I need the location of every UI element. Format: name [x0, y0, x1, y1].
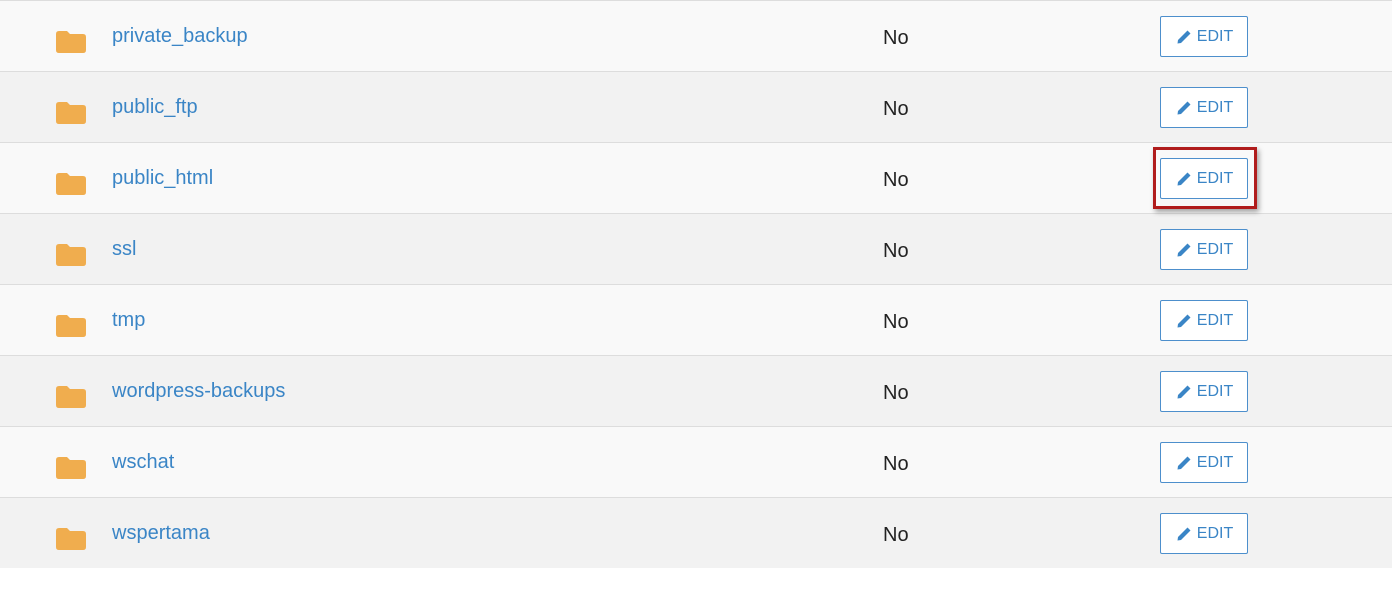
edit-button-label: EDIT	[1196, 27, 1234, 45]
status-value: No	[883, 524, 909, 546]
pencil-icon	[1177, 527, 1191, 540]
directory-link[interactable]: tmp	[112, 307, 145, 333]
folder-icon	[56, 102, 86, 124]
directory-link[interactable]: private_backup	[112, 23, 248, 49]
folder-icon	[56, 528, 86, 550]
pencil-icon	[1177, 101, 1191, 114]
pencil-icon	[1177, 30, 1191, 43]
edit-button[interactable]: EDIT	[1160, 16, 1248, 57]
table-row: wspertama No EDIT	[0, 498, 1392, 568]
edit-button[interactable]: EDIT	[1160, 371, 1248, 412]
status-value: No	[883, 240, 909, 262]
edit-button-label: EDIT	[1196, 98, 1234, 116]
table-row: public_html No EDIT	[0, 143, 1392, 214]
folder-icon	[56, 386, 86, 408]
pencil-icon	[1177, 385, 1191, 398]
status-value: No	[883, 98, 909, 120]
directory-link[interactable]: wordpress-backups	[112, 378, 285, 404]
edit-button-label: EDIT	[1196, 382, 1234, 400]
pencil-icon	[1177, 314, 1191, 327]
directory-link[interactable]: public_html	[112, 165, 213, 191]
edit-button[interactable]: EDIT	[1160, 158, 1248, 199]
status-value: No	[883, 382, 909, 404]
status-value: No	[883, 27, 909, 49]
status-value: No	[883, 169, 909, 191]
directory-link[interactable]: ssl	[112, 236, 136, 262]
pencil-icon	[1177, 456, 1191, 469]
edit-button-label: EDIT	[1196, 311, 1234, 329]
edit-button[interactable]: EDIT	[1160, 513, 1248, 554]
edit-button-label: EDIT	[1196, 453, 1234, 471]
edit-button-label: EDIT	[1196, 240, 1234, 258]
folder-icon	[56, 244, 86, 266]
table-row: tmp No EDIT	[0, 285, 1392, 356]
edit-button[interactable]: EDIT	[1160, 442, 1248, 483]
directory-link[interactable]: wschat	[112, 449, 174, 475]
folder-icon	[56, 457, 86, 479]
edit-button-label: EDIT	[1196, 524, 1234, 542]
folder-icon	[56, 31, 86, 53]
directory-link[interactable]: public_ftp	[112, 94, 198, 120]
directory-table: private_backup No EDIT public_ftp No EDI…	[0, 0, 1392, 568]
folder-icon	[56, 315, 86, 337]
table-row: wschat No EDIT	[0, 427, 1392, 498]
status-value: No	[883, 453, 909, 475]
folder-icon	[56, 173, 86, 195]
table-row: private_backup No EDIT	[0, 1, 1392, 72]
status-value: No	[883, 311, 909, 333]
edit-button[interactable]: EDIT	[1160, 87, 1248, 128]
pencil-icon	[1177, 172, 1191, 185]
directory-link[interactable]: wspertama	[112, 520, 210, 546]
table-row: public_ftp No EDIT	[0, 72, 1392, 143]
table-row: wordpress-backups No EDIT	[0, 356, 1392, 427]
pencil-icon	[1177, 243, 1191, 256]
edit-button[interactable]: EDIT	[1160, 229, 1248, 270]
table-row: ssl No EDIT	[0, 214, 1392, 285]
edit-button[interactable]: EDIT	[1160, 300, 1248, 341]
edit-button-label: EDIT	[1196, 169, 1234, 187]
